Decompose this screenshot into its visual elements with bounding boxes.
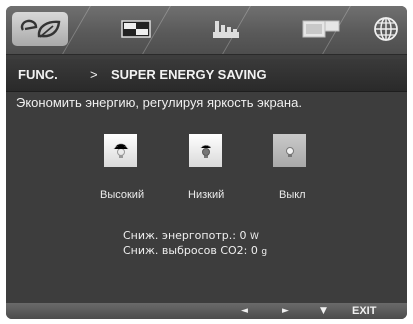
option-high-button[interactable] [104,134,137,167]
globe-icon [374,17,398,41]
option-low-label: Низкий [188,189,225,201]
option-high-label: Высокий [100,189,145,201]
color-tab[interactable] [198,14,254,44]
option-off-label: Выкл [279,189,306,201]
power-saving-label: Сниж. энергопотр.: [123,229,236,242]
right-arrow-button[interactable]: ► [282,303,289,319]
bottom-bar: ◄ ► ▼ EXIT [6,303,407,319]
tab-bar [6,6,407,55]
picture-tab[interactable] [108,14,164,44]
display-tab[interactable] [293,14,349,44]
breadcrumb-section: FUNC. [18,67,58,82]
page-title: SUPER ENERGY SAVING [111,67,267,82]
co2-saving-value: 0 [250,244,258,257]
description-text: Экономить энергию, регулируя яркость экр… [16,95,302,110]
left-arrow-button[interactable]: ◄ [241,303,248,319]
co2-saving-unit: g [261,247,268,257]
power-saving-stat: Сниж. энергопотр.: 0 W [123,229,259,242]
bulb-low-icon [200,144,211,158]
color-bars-icon [213,21,239,38]
option-off-button[interactable] [273,134,306,167]
power-saving-value: 0 [239,229,247,242]
picture-settings-icon [121,20,151,38]
display-windows-icon [302,20,340,38]
eco-leaf-icon [20,19,61,38]
language-tab[interactable] [366,14,406,44]
breadcrumb-separator: > [90,67,98,82]
breadcrumb: FUNC. > SUPER ENERGY SAVING [6,59,407,92]
exit-button[interactable]: EXIT [352,303,376,319]
osd-menu: FUNC. > SUPER ENERGY SAVING Экономить эн… [6,6,407,319]
energy-saving-tab[interactable] [12,12,68,46]
co2-saving-label: Сниж. выбросов CO2: [123,244,248,257]
bulb-high-icon [113,142,128,158]
power-saving-unit: W [249,232,259,242]
co2-saving-stat: Сниж. выбросов CO2: 0 g [123,244,267,257]
down-arrow-button[interactable]: ▼ [320,303,327,319]
bulb-off-icon [285,146,294,157]
option-low-button[interactable] [189,134,222,167]
